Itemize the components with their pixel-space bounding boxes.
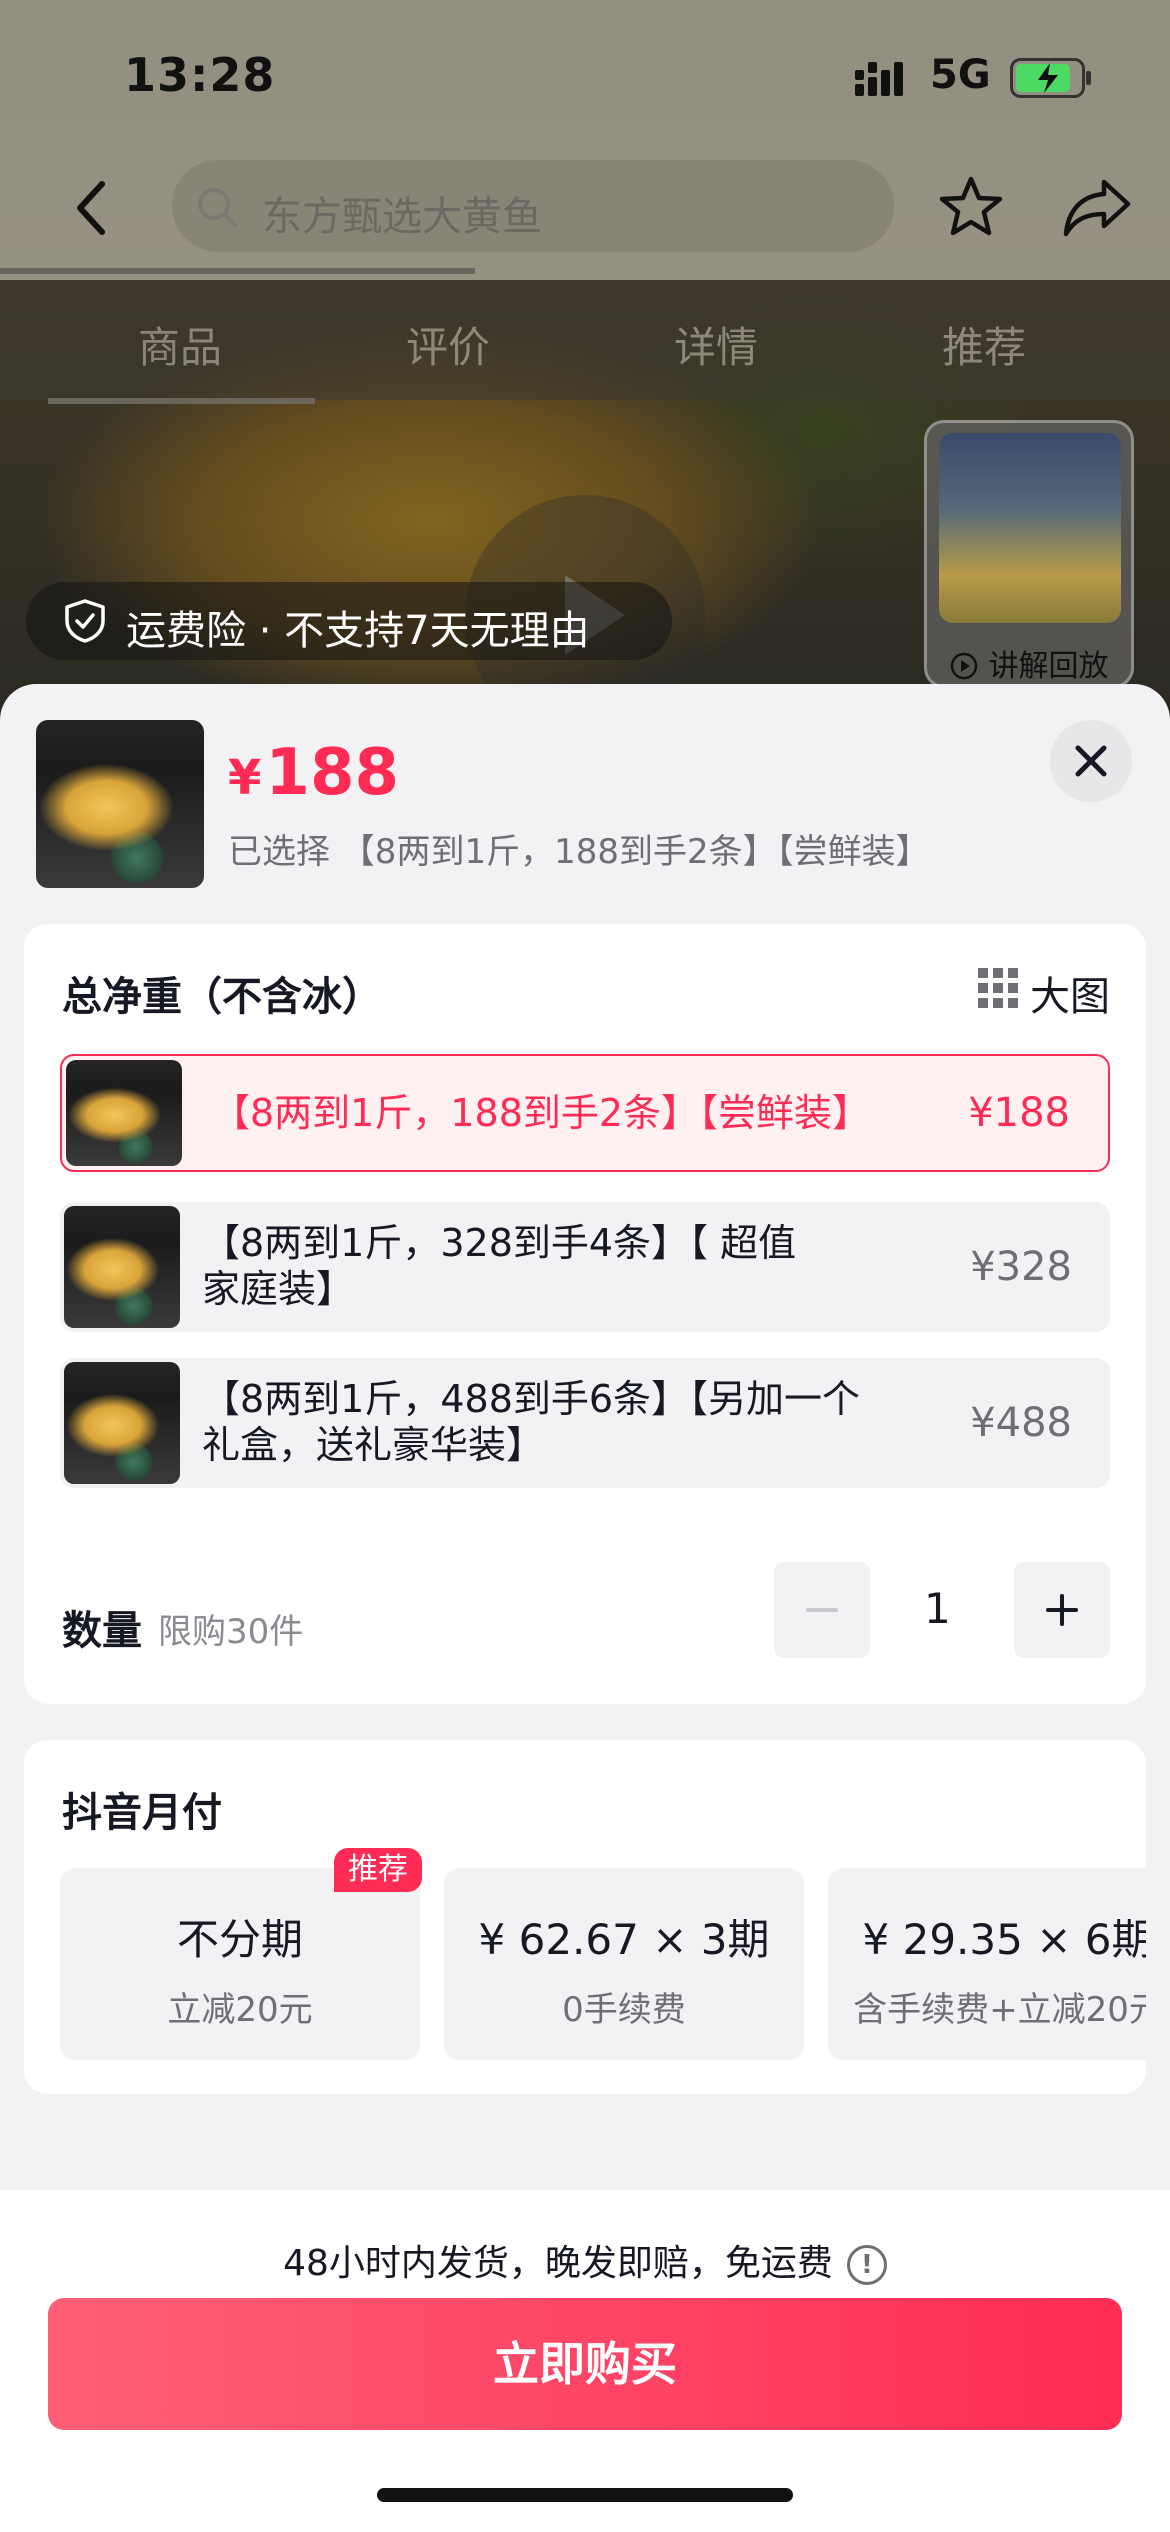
installment-main: ¥ 29.35 × 6期 (862, 1915, 1146, 1964)
service-badge-text: 运费险 · 不支持7天无理由 (126, 608, 590, 654)
tab-product[interactable]: 商品 (138, 314, 222, 375)
sheet-header: ¥188 已选择 【8两到1斤，188到手2条】【尝鲜装】 (0, 684, 1170, 924)
price-value: 188 (265, 736, 399, 810)
quantity-decrease-button[interactable] (774, 1562, 870, 1658)
installment-main: 不分期 (176, 1915, 303, 1964)
spec-option-price: ¥328 (970, 1244, 1072, 1290)
search-icon (198, 188, 237, 227)
big-picture-toggle[interactable]: 大图 (1030, 964, 1110, 1022)
footer-bar: 48小时内发货，晚发即赔，免运费! 立即购买 (0, 2190, 1170, 2532)
search-text: 东方甄选大黄鱼 (262, 194, 542, 240)
installment-sub: 立减20元 (167, 1990, 313, 2030)
shipping-note: 48小时内发货，晚发即赔，免运费! (0, 2234, 1170, 2286)
quantity-increase-button[interactable] (1014, 1562, 1110, 1658)
spec-option-label: 【8两到1斤，488到手6条】【另加一个 礼盒，送礼豪华装】 (202, 1376, 860, 1468)
share-icon[interactable] (1062, 174, 1132, 240)
search-input[interactable]: 东方甄选大黄鱼 (172, 160, 894, 252)
spec-option-thumbnail (64, 1206, 180, 1328)
recommend-badge: 推荐 (334, 1848, 422, 1892)
fish-image (64, 1206, 180, 1328)
minus-icon (806, 1608, 838, 1612)
replay-video-image (939, 433, 1121, 623)
selected-summary: 已选择 【8两到1斤，188到手2条】【尝鲜装】 (228, 832, 930, 872)
plus-icon (1046, 1594, 1078, 1626)
replay-play-icon (950, 652, 978, 680)
spec-option-line: 【8两到1斤，488到手6条】【另加一个 (202, 1377, 861, 1421)
tab-underline (48, 398, 315, 404)
shield-icon (65, 599, 105, 643)
fish-image (36, 720, 204, 888)
spec-option-price: ¥188 (968, 1090, 1070, 1136)
tab-details[interactable]: 详情 (674, 314, 758, 375)
grid-icon[interactable] (978, 968, 1018, 1008)
quantity-value[interactable]: 1 (924, 1584, 951, 1633)
spec-option-label: 【8两到1斤，328到手4条】【 超值 家庭装】 (202, 1220, 796, 1312)
back-icon[interactable] (64, 178, 124, 238)
spec-option-price: ¥488 (970, 1400, 1072, 1446)
installment-option[interactable]: ¥ 29.35 × 6期 含手续费+立减20元 (828, 1868, 1146, 2060)
status-time: 13:28 (124, 48, 276, 102)
service-badge[interactable]: 运费险 · 不支持7天无理由 (26, 582, 672, 660)
nav-progress (0, 268, 475, 274)
spec-option-line: 【8两到1斤，328到手4条】【 超值 (202, 1221, 797, 1265)
spec-option-line: 家庭装】 (202, 1267, 355, 1311)
battery-icon (1010, 58, 1091, 98)
installment-main: ¥ 62.67 × 3期 (478, 1915, 770, 1964)
close-icon (1075, 745, 1107, 777)
fish-image (64, 1362, 180, 1484)
spec-option-line: 礼盒，送礼豪华装】 (202, 1423, 545, 1467)
buy-now-button[interactable]: 立即购买 (48, 2298, 1122, 2430)
nav-bar: 东方甄选大黄鱼 (0, 160, 1170, 260)
info-icon[interactable]: ! (846, 2245, 887, 2285)
tab-recommend[interactable]: 推荐 (942, 314, 1026, 375)
installment-sub: 含手续费+立减20元 (853, 1990, 1146, 2030)
installment-option[interactable]: 不分期 立减20元 (60, 1868, 420, 2060)
replay-video-thumbnail[interactable]: 讲解回放 (924, 420, 1134, 688)
fish-image (66, 1060, 182, 1166)
status-bar: 13:28 5G (0, 0, 1170, 150)
network-label: 5G (930, 52, 991, 98)
shipping-note-text: 48小时内发货，晚发即赔，免运费 (283, 2243, 833, 2284)
home-indicator (377, 2488, 793, 2502)
tab-reviews[interactable]: 评价 (406, 314, 490, 375)
currency-symbol: ¥ (228, 750, 262, 806)
signal-icon (855, 62, 903, 96)
spec-option-thumbnail (64, 1362, 180, 1484)
quantity-limit: 限购30件 (158, 1612, 304, 1652)
close-button[interactable] (1050, 720, 1132, 802)
spec-option[interactable]: 【8两到1斤，488到手6条】【另加一个 礼盒，送礼豪华装】 ¥488 (60, 1358, 1110, 1488)
spec-option[interactable]: 【8两到1斤，328到手4条】【 超值 家庭装】 ¥328 (60, 1202, 1110, 1332)
installment-option[interactable]: ¥ 62.67 × 3期 0手续费 (444, 1868, 804, 2060)
price: ¥188 (228, 736, 399, 810)
replay-label: 讲解回放 (949, 641, 1109, 685)
spec-option[interactable]: 【8两到1斤，188到手2条】【尝鲜装】 ¥188 (60, 1054, 1110, 1172)
spec-title: 总净重（不含冰） (62, 974, 382, 1020)
installment-sub: 0手续费 (562, 1990, 686, 2030)
quantity-label: 数量 (62, 1608, 142, 1654)
product-thumbnail[interactable] (36, 720, 204, 888)
replay-label-text: 讲解回放 (988, 649, 1109, 684)
payment-title: 抖音月付 (62, 1790, 222, 1836)
tab-bar: 商品 评价 详情 推荐 (0, 280, 1170, 404)
star-icon[interactable] (938, 174, 1004, 240)
spec-card: 总净重（不含冰） 大图 【8两到1斤，188到手2条】【尝鲜装】 ¥188 【8… (24, 924, 1146, 1704)
payment-card: 抖音月付 不分期 立减20元 ¥ 62.67 × 3期 0手续费 ¥ 29.35… (24, 1740, 1146, 2094)
spec-option-label: 【8两到1斤，188到手2条】【尝鲜装】 (212, 1090, 870, 1136)
spec-option-line: 【8两到1斤，188到手2条】【尝鲜装】 (212, 1091, 871, 1135)
spec-option-thumbnail (66, 1060, 182, 1166)
installment-options: 不分期 立减20元 ¥ 62.67 × 3期 0手续费 ¥ 29.35 × 6期… (60, 1868, 1146, 2060)
